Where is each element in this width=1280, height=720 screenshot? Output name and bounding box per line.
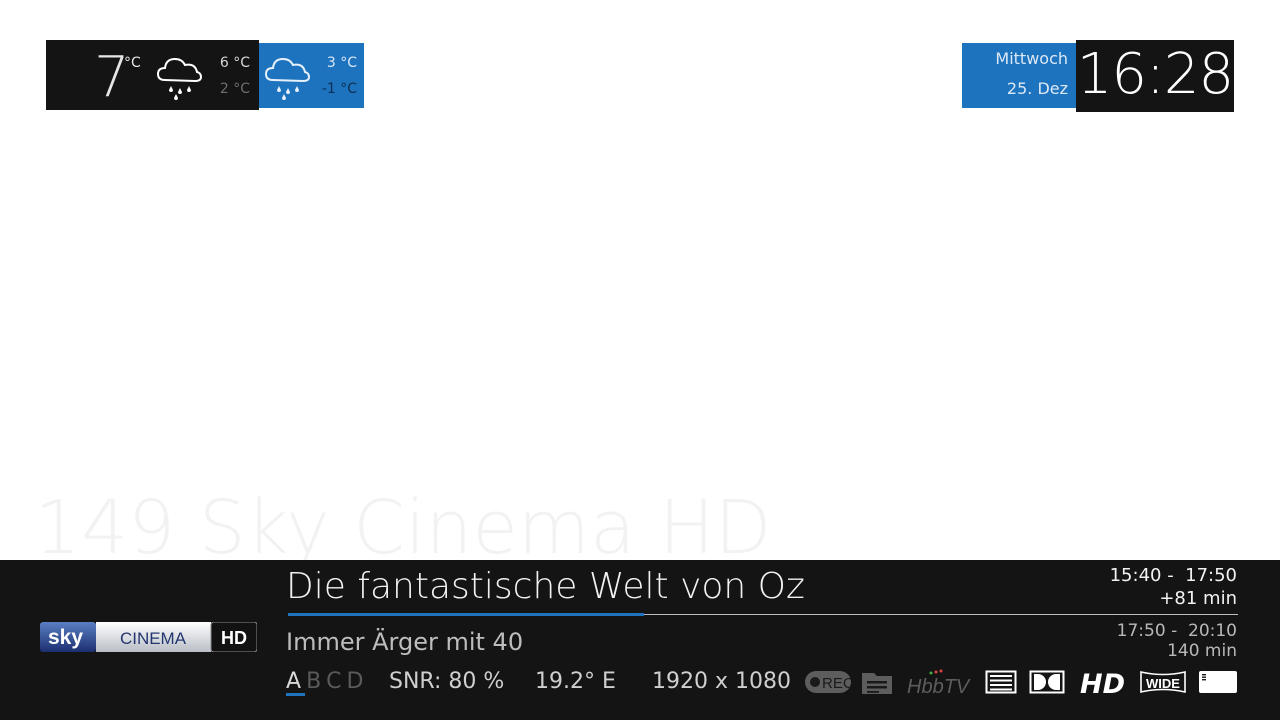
audio-track-d[interactable]: D [347, 667, 364, 697]
next-duration: 140 min [1167, 641, 1237, 661]
rain-cloud-icon [262, 50, 312, 100]
audio-track-b[interactable]: B [306, 667, 321, 697]
weather-today-panel [46, 40, 259, 110]
tomorrow-high: 3 °C [326, 55, 357, 71]
clock-time: 16:28 [1076, 42, 1234, 107]
audio-track-c[interactable]: C [326, 667, 341, 697]
now-title: Die fantastische Welt von Oz [286, 566, 805, 607]
teletext-icon [985, 668, 1017, 696]
hbbtv-icon: HbbTV [906, 668, 972, 696]
subtitle-icon [1199, 668, 1237, 696]
logo-hd-text: HD [221, 628, 247, 648]
svg-text:WIDE: WIDE [1146, 676, 1180, 691]
tomorrow-low: -1 °C [321, 81, 357, 97]
svg-text:REC: REC [822, 675, 851, 692]
svg-text:HbbTV: HbbTV [907, 676, 971, 696]
hd-icon: HD [1079, 668, 1131, 696]
snr-readout: SNR: 80 % [389, 669, 505, 694]
logo-cinema-text: CINEMA [120, 629, 187, 648]
rec-icon: REC [805, 668, 851, 696]
svg-text:HD: HD [1080, 669, 1125, 696]
temperature-unit: °C [124, 55, 141, 71]
channel-logo: sky CINEMA HD [40, 621, 258, 653]
progress-bar [288, 613, 644, 616]
active-track-indicator [286, 693, 305, 696]
resolution-readout: 1920 x 1080 [652, 669, 791, 694]
now-time-range: 15:40 - 17:50 [1109, 565, 1237, 586]
today-low: 2 °C [219, 81, 250, 97]
dolby-icon [1029, 668, 1065, 696]
next-title: Immer Ärger mit 40 [286, 628, 524, 656]
now-remaining: +81 min [1159, 588, 1237, 609]
epg-icon [861, 668, 893, 696]
orbital-position: 19.2° E [535, 669, 616, 694]
rain-cloud-icon [154, 50, 204, 100]
channel-name: 149 Sky Cinema HD [34, 485, 772, 571]
widescreen-icon: WIDE [1140, 668, 1186, 696]
next-time-range: 17:50 - 20:10 [1116, 621, 1237, 641]
today-high: 6 °C [219, 55, 250, 71]
current-temperature: 7 [94, 45, 130, 110]
weekday: Mittwoch [995, 49, 1068, 68]
date: 25. Dez [1006, 79, 1068, 98]
logo-sky-text: sky [48, 626, 83, 649]
